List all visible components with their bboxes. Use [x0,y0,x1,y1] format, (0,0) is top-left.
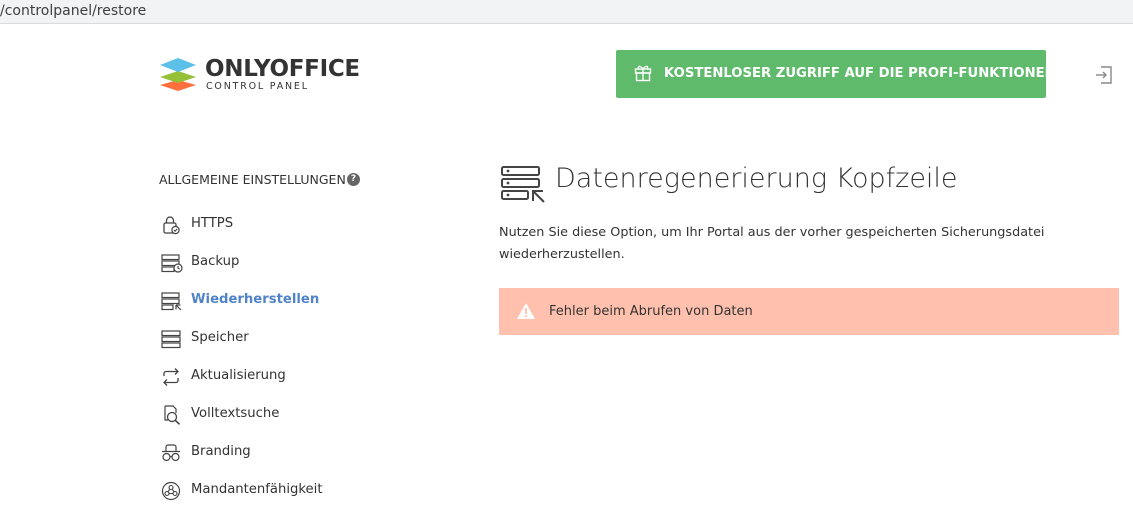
fulltext-search-icon [164,405,181,425]
url-text[interactable]: /controlpanel/restore [0,3,146,19]
sidebar-item-label: Backup [191,254,240,269]
update-icon [163,368,179,386]
logo-brand-text: ONLYOFFICE [205,56,360,82]
onlyoffice-logo[interactable]: ONLYOFFICE CONTROL PANEL [158,56,360,92]
sidebar-item-https[interactable]: HTTPS [161,213,421,237]
gift-icon [634,65,652,82]
sidebar-item-label: Aktualisierung [191,368,286,383]
logout-icon[interactable] [1093,64,1115,86]
sidebar-item-label: Volltextsuche [191,406,280,421]
sidebar-item-restore[interactable]: Wiederherstellen [161,289,421,313]
sidebar-item-storage[interactable]: Speicher [161,327,421,351]
help-icon[interactable]: ? [347,173,360,186]
logo-layers-icon [160,58,196,91]
multitenancy-icon [161,481,181,501]
restore-icon [161,292,182,311]
sidebar-item-label: Mandantenfähigkeit [191,482,323,497]
free-pro-access-button[interactable]: KOSTENLOSER ZUGRIFF AUF DIE PROFI-FUNKTI… [616,50,1056,98]
sidebar-item-branding[interactable]: Branding [161,441,421,465]
sidebar-item-label: HTTPS [191,216,234,231]
sidebar-section-title: ALLGEMEINE EINSTELLUNGEN [159,172,346,187]
warning-icon [517,303,535,319]
sidebar-item-fulltext-search[interactable]: Volltextsuche [161,403,421,427]
browser-address-bar[interactable]: /controlpanel/restore [0,0,1133,24]
sidebar-item-label: Branding [191,444,251,459]
sidebar-item-backup[interactable]: Backup [161,251,421,275]
logo-subtitle: CONTROL PANEL [206,81,309,92]
restore-header-icon [500,165,546,207]
sidebar-item-multitenancy[interactable]: Mandantenfähigkeit [161,479,421,503]
free-pro-access-label: KOSTENLOSER ZUGRIFF AUF DIE PROFI-FUNKTI… [664,66,1056,81]
backup-icon [161,254,183,273]
page-title: Datenregenerierung Kopfzeile [555,163,958,194]
sidebar-item-label: Speicher [191,330,249,345]
lock-icon [163,216,180,235]
storage-icon [161,330,181,349]
sidebar-item-update[interactable]: Aktualisierung [161,365,421,389]
sidebar-item-label: Wiederherstellen [191,292,320,307]
error-alert: Fehler beim Abrufen von Daten [499,288,1119,335]
branding-icon [162,444,180,462]
error-message: Fehler beim Abrufen von Daten [549,304,753,319]
page-description: Nutzen Sie diese Option, um Ihr Portal a… [499,225,1045,262]
